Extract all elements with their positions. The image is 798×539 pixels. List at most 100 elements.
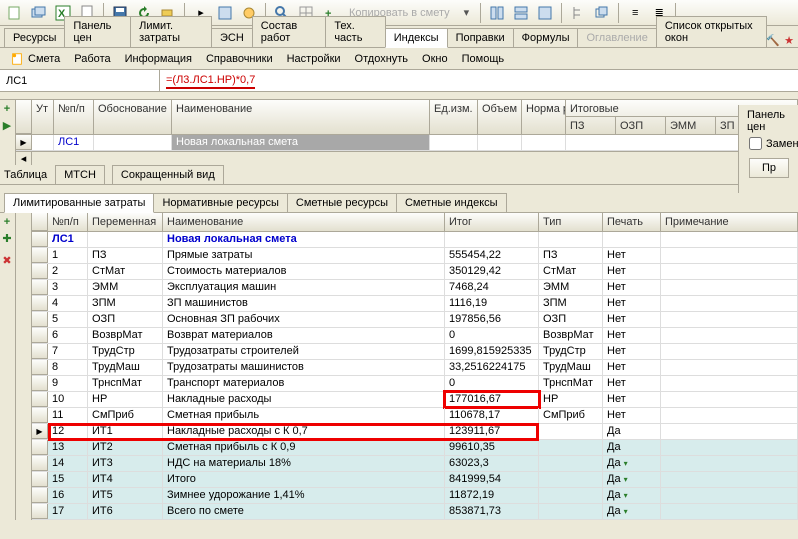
table-row[interactable]: 5ОЗПОсновная ЗП рабочих197856,56ОЗПНет	[32, 312, 798, 328]
table-row[interactable]: 17ИТ6Всего по смете853871,73Да ▾	[32, 504, 798, 520]
marker-icon[interactable]: ▶	[0, 118, 14, 132]
table-row[interactable]: 4ЗПМЗП машинистов1116,19ЗПМНет	[32, 296, 798, 312]
table-row[interactable]: 1ПЗПрямые затраты555454,22ПЗНет	[32, 248, 798, 264]
ribbon-tab[interactable]: Список открытых окон	[656, 16, 768, 47]
panel2-icon[interactable]	[510, 2, 532, 24]
cascade-icon[interactable]	[591, 2, 613, 24]
table-row[interactable]: 3ЭММЭксплуатация машин7468,24ЭММНет	[32, 280, 798, 296]
col-itog[interactable]: Итог	[445, 213, 539, 231]
table-row[interactable]: 7ТрудСтрТрудозатраты строителей1699,8159…	[32, 344, 798, 360]
dropdown-icon[interactable]: ▾	[458, 6, 476, 19]
table-row[interactable]: 9ТрнспМатТранспорт материалов0ТрнспМатНе…	[32, 376, 798, 392]
menu-Настройки[interactable]: Настройки	[281, 51, 347, 67]
grid-left-tools: + ▶	[0, 100, 16, 165]
table-row[interactable]: 16ИТ5Зимнее удорожание 1,41%11872,19Да ▾	[32, 488, 798, 504]
upper-grid-row[interactable]: ЛС1 Новая локальная смета	[16, 135, 798, 151]
replace-checkbox[interactable]: Замен	[749, 137, 794, 150]
tree-icon[interactable]	[567, 2, 589, 24]
table-row[interactable]: 11СмПрибСметная прибыль110678,17СмПрибНе…	[32, 408, 798, 424]
col-norm[interactable]: Норма расход.	[522, 100, 566, 134]
col-npp[interactable]: №п/п	[48, 213, 88, 231]
ribbon-tab[interactable]: Формулы	[513, 28, 579, 47]
menubar: СметаРаботаИнформацияСправочникиНастройк…	[0, 48, 798, 70]
col-name[interactable]: Наименование	[172, 100, 430, 134]
mtcn-tab[interactable]: МТСН	[55, 165, 105, 185]
add-row-icon[interactable]: +	[0, 102, 14, 116]
col-ozp[interactable]: ОЗП	[616, 117, 666, 134]
align-icon[interactable]: ≡	[624, 2, 646, 24]
lower-tab[interactable]: Нормативные ресурсы	[153, 193, 287, 212]
ribbon-tab[interactable]: Поправки	[447, 28, 514, 47]
col-ut[interactable]: Ут	[32, 100, 54, 134]
ribbon-tab[interactable]: Тех. часть	[325, 16, 385, 47]
cell-reference[interactable]: ЛС1	[0, 70, 160, 91]
menu-Помощь[interactable]: Помощь	[456, 51, 511, 67]
ribbon-tab[interactable]: Состав работ	[252, 16, 327, 47]
apply-button[interactable]: Пр	[749, 158, 789, 178]
lower-grid-header: №п/п Переменная Наименование Итог Тип Пе…	[32, 213, 798, 232]
menu-Работа[interactable]: Работа	[68, 51, 116, 67]
row-marker-icon	[32, 424, 48, 439]
col-npp[interactable]: №п/п	[54, 100, 94, 134]
lower-tab[interactable]: Сметные ресурсы	[287, 193, 397, 212]
col-volume[interactable]: Объем	[478, 100, 522, 134]
upper-grid-header: Ут №п/п Обоснование Наименование Ед.изм.…	[16, 100, 798, 135]
table-row[interactable]: 12ИТ1Накладные расходы с К 0,7123911,67Д…	[32, 424, 798, 440]
short-view-tab[interactable]: Сокращенный вид	[112, 165, 224, 185]
ribbon-tab[interactable]: Ресурсы	[4, 28, 65, 47]
section-row[interactable]: ЛС1 Новая локальная смета	[32, 232, 798, 248]
lower-tab[interactable]: Лимитированные затраты	[4, 193, 154, 213]
col-note[interactable]: Примечание	[661, 213, 798, 231]
col-tip[interactable]: Тип	[539, 213, 603, 231]
row-marker-icon	[32, 456, 48, 471]
price-panel: Панель цен Замен Пр	[738, 105, 798, 193]
upper-grid: + ▶ Ут №п/п Обоснование Наименование Ед.…	[0, 100, 798, 165]
table-row[interactable]: 8ТрудМашТрудозатраты машинистов33,251622…	[32, 360, 798, 376]
menu-Отдохнуть[interactable]: Отдохнуть	[349, 51, 415, 67]
col-unit[interactable]: Ед.изм.	[430, 100, 478, 134]
table-row[interactable]: 2СтМатСтоимость материалов350129,42СтМат…	[32, 264, 798, 280]
lower-grid: + ✚ ✖ №п/п Переменная Наименование Итог …	[0, 213, 798, 520]
row-id: ЛС1	[54, 135, 94, 150]
ribbon-tab[interactable]: Индексы	[385, 28, 448, 48]
table-row[interactable]: 13ИТ2Сметная прибыль с К 0,999610,35Да	[32, 440, 798, 456]
ribbon-tabs: РесурсыПанель ценЛимит. затратыЭСНСостав…	[0, 26, 798, 48]
table-row[interactable]: 15ИТ4Итого841999,54Да ▾	[32, 472, 798, 488]
menu-Окно[interactable]: Окно	[416, 51, 454, 67]
panel3-icon[interactable]	[534, 2, 556, 24]
delete-icon[interactable]: ✖	[0, 253, 14, 267]
star-icon[interactable]: ★	[784, 34, 794, 47]
col-basis[interactable]: Обоснование	[94, 100, 172, 134]
tool-a-icon[interactable]	[214, 2, 236, 24]
row-marker-icon	[32, 408, 48, 423]
formula-input[interactable]: =(Л3.ЛС1.НР)*0,7	[160, 74, 798, 87]
row-marker-icon	[32, 280, 48, 295]
menu-Справочники[interactable]: Справочники	[200, 51, 279, 67]
insert-icon[interactable]: ✚	[0, 231, 14, 245]
add-icon[interactable]: +	[0, 215, 14, 229]
col-pz[interactable]: ПЗ	[566, 117, 616, 134]
menu-Смета[interactable]: Смета	[4, 50, 66, 68]
col-var[interactable]: Переменная	[88, 213, 163, 231]
stack-icon[interactable]	[28, 2, 50, 24]
row-marker-icon	[32, 440, 48, 455]
col-emm[interactable]: ЭММ	[666, 117, 716, 134]
scroll-left-icon[interactable]: ◂	[16, 152, 32, 165]
table-row[interactable]: 14ИТ3НДС на материалы 18%63023,3Да ▾	[32, 456, 798, 472]
hammer-icon[interactable]: 🔨	[766, 34, 780, 47]
menu-Информация[interactable]: Информация	[119, 51, 198, 67]
ribbon-tab[interactable]: Лимит. затраты	[130, 16, 212, 47]
table-row[interactable]: 10НРНакладные расходы177016,67НРНет	[32, 392, 798, 408]
row-marker-icon	[32, 328, 48, 343]
file-icon[interactable]	[4, 2, 26, 24]
lower-tabs: Лимитированные затратыНормативные ресурс…	[0, 191, 798, 213]
ribbon-tab[interactable]: Оглавление	[577, 28, 656, 47]
col-name[interactable]: Наименование	[163, 213, 445, 231]
ribbon-tab[interactable]: ЭСН	[211, 28, 253, 47]
col-print[interactable]: Печать	[603, 213, 661, 231]
lower-tab[interactable]: Сметные индексы	[396, 193, 507, 212]
panel1-icon[interactable]	[486, 2, 508, 24]
table-row[interactable]: 6ВозврМатВозврат материалов0ВозврМатНет	[32, 328, 798, 344]
table-label: Таблица	[4, 169, 47, 181]
ribbon-tab[interactable]: Панель цен	[64, 16, 131, 47]
